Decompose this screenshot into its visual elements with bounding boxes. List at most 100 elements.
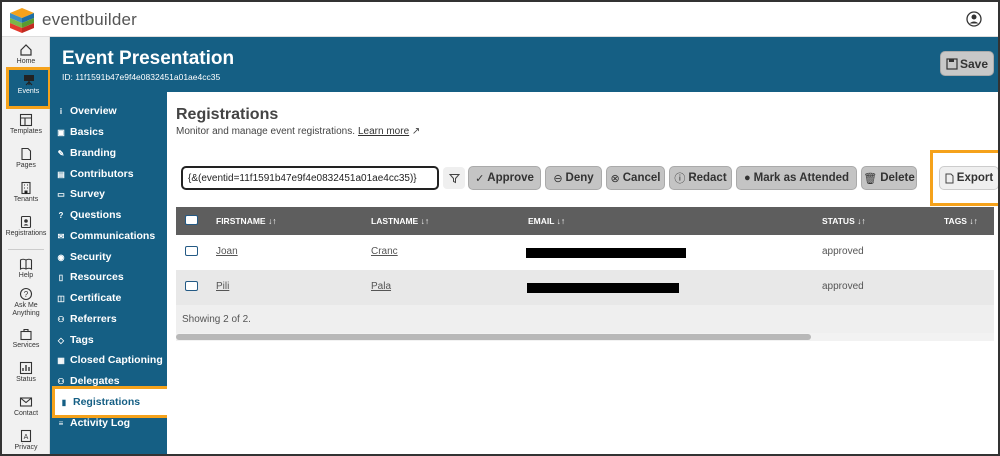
page-icon — [21, 147, 32, 161]
rail-label-help: Help — [18, 272, 34, 279]
approve-button[interactable]: ✓ Approve — [468, 166, 541, 190]
document-icon: A — [20, 429, 32, 443]
captions-icon: ▦ — [57, 355, 65, 365]
external-link-icon: ↗ — [409, 126, 421, 137]
lastname-cell[interactable]: Cranc — [371, 246, 398, 257]
sort-icon: ↓↑ — [556, 216, 566, 226]
rail-item-tenants[interactable]: Tenants — [2, 181, 50, 204]
nav-label: Activity Log — [70, 417, 131, 429]
nav-item-communications[interactable]: ✉ Communications — [56, 226, 156, 246]
lastname-cell[interactable]: Pala — [371, 281, 391, 292]
deny-button[interactable]: ⊖ Deny — [545, 166, 602, 190]
rail-item-privacy[interactable]: A Privacy — [2, 429, 50, 452]
eventbuilder-logo-icon[interactable] — [8, 6, 36, 34]
rail-item-pages[interactable]: Pages — [2, 147, 50, 170]
export-label: Export — [956, 172, 994, 184]
learn-more-link[interactable]: Learn more — [358, 126, 409, 137]
nav-item-basics[interactable]: ▣ Basics — [56, 122, 104, 142]
rail-item-ask[interactable]: ? Ask Me Anything — [2, 287, 50, 318]
row-checkbox[interactable] — [185, 246, 198, 256]
column-header-firstname[interactable]: FIRSTNAME ↓↑ — [216, 216, 276, 226]
registrations-panel: Registrations Monitor and manage event r… — [167, 92, 998, 454]
rail-divider — [8, 249, 44, 250]
rail-label-pages: Pages — [16, 162, 36, 169]
row-checkbox[interactable] — [185, 281, 198, 291]
column-header-lastname[interactable]: LASTNAME ↓↑ — [371, 216, 429, 226]
nav-item-tags[interactable]: ◇ Tags — [56, 330, 94, 350]
nav-item-resources[interactable]: ▯ Resources — [56, 267, 124, 287]
x-circle-icon: ⊗ — [610, 172, 620, 185]
filter-input[interactable]: {&(eventid=11f1591b47e9f4e0832451a01ae4c… — [181, 166, 439, 190]
nav-item-referrers[interactable]: ⚇ Referrers — [56, 309, 117, 329]
export-file-icon — [945, 173, 954, 183]
people-icon: ⚇ — [57, 376, 65, 386]
filter-icon — [448, 173, 460, 183]
rail-item-registrations[interactable]: Registrations — [2, 215, 50, 238]
sort-icon: ↓↑ — [267, 216, 277, 226]
nav-label: Overview — [70, 105, 117, 117]
firstname-cell[interactable]: Pili — [216, 281, 229, 292]
rail-label-status: Status — [16, 376, 36, 383]
filter-button[interactable] — [443, 167, 465, 189]
nav-item-survey[interactable]: ▭ Survey — [56, 184, 105, 204]
rail-item-status[interactable]: Status — [2, 361, 50, 384]
mail-icon — [19, 397, 33, 407]
book-icon — [19, 258, 33, 270]
top-bar: eventbuilder — [2, 2, 998, 37]
rail-label-templates: Templates — [10, 128, 42, 135]
status-cell: approved — [822, 246, 864, 257]
user-profile-icon[interactable] — [966, 11, 982, 27]
badge-icon — [20, 215, 32, 229]
list-icon: ≡ — [58, 418, 64, 428]
cancel-button[interactable]: ⊗ Cancel — [606, 166, 665, 190]
icon-rail: Home Events Templates Pages Tenants Regi… — [2, 37, 51, 454]
nav-label: Referrers — [70, 313, 117, 325]
home-icon — [20, 44, 32, 56]
nav-item-security[interactable]: ◉ Security — [56, 247, 112, 267]
rail-item-services[interactable]: Services — [2, 327, 50, 350]
column-header-status[interactable]: STATUS ↓↑ — [822, 216, 866, 226]
redacted-email — [527, 283, 679, 293]
table-row[interactable]: Pili Pala approved — [176, 270, 994, 305]
column-label: EMAIL — [528, 216, 555, 226]
rail-item-contact[interactable]: Contact — [2, 395, 50, 418]
mark-attended-button[interactable]: ● Mark as Attended — [736, 166, 857, 190]
nav-item-activity-log[interactable]: ≡ Activity Log — [56, 413, 130, 433]
column-label: STATUS — [822, 216, 855, 226]
certificate-icon: ◫ — [57, 293, 65, 303]
save-button-label: Save — [959, 56, 989, 71]
redact-button[interactable]: ⓘ Redact — [669, 166, 732, 190]
column-label: TAGS — [944, 216, 967, 226]
nav-item-questions[interactable]: ? Questions — [56, 205, 122, 225]
horizontal-scrollbar[interactable] — [176, 333, 994, 341]
rail-item-events[interactable]: Events — [6, 67, 51, 109]
building-icon — [21, 181, 31, 195]
nav-label: Security — [70, 251, 112, 263]
nav-item-contributors[interactable]: ▤ Contributors — [56, 164, 134, 184]
column-header-email[interactable]: EMAIL ↓↑ — [528, 216, 565, 226]
firstname-cell[interactable]: Joan — [216, 246, 238, 257]
deny-label: Deny — [565, 172, 594, 184]
question-icon: ? — [58, 210, 64, 220]
save-button[interactable]: Save — [940, 51, 994, 76]
rail-item-help[interactable]: Help — [2, 257, 50, 280]
nav-item-branding[interactable]: ✎ Branding — [56, 143, 116, 163]
delete-button[interactable]: 🗑 Delete — [861, 166, 917, 190]
tag-icon: ◇ — [57, 335, 65, 345]
filled-circle-icon: ● — [743, 172, 751, 184]
attended-label: Mark as Attended — [753, 172, 850, 184]
nav-item-overview[interactable]: i Overview — [56, 101, 117, 121]
scrollbar-thumb[interactable] — [176, 334, 811, 340]
section-title: Registrations — [176, 106, 279, 123]
column-header-tags[interactable]: TAGS ↓↑ — [944, 216, 978, 226]
nav-label: Contributors — [70, 168, 134, 180]
table-row[interactable]: Joan Cranc approved — [176, 235, 994, 270]
export-button[interactable]: Export — [939, 166, 998, 190]
nav-item-certificate[interactable]: ◫ Certificate — [56, 288, 121, 308]
templates-icon — [19, 113, 33, 127]
select-all-checkbox[interactable] — [185, 215, 198, 225]
rail-item-home[interactable]: Home — [2, 43, 50, 66]
approve-label: Approve — [487, 172, 534, 184]
rail-item-templates[interactable]: Templates — [2, 113, 50, 136]
nav-item-closed-captioning[interactable]: ▦ Closed Captioning — [56, 350, 163, 370]
